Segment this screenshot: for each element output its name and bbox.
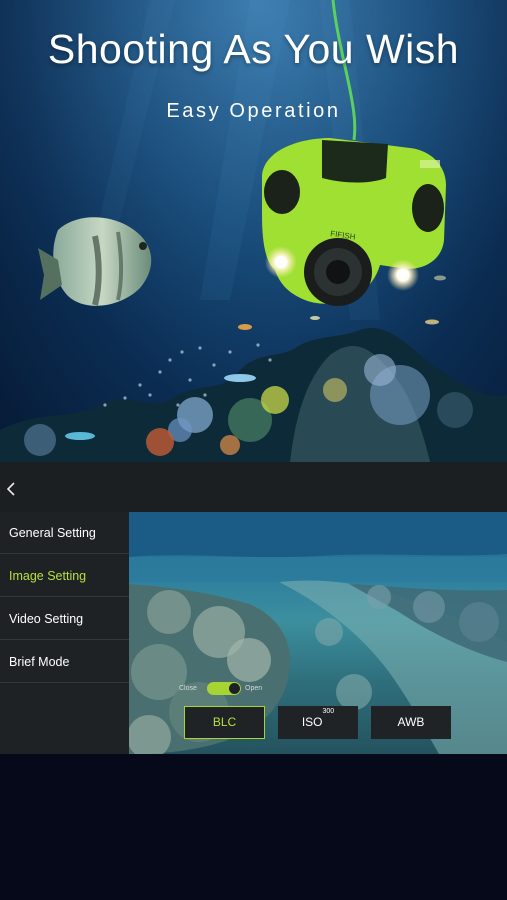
hero-banner: FIFISH Shooting As You Wish Easy Operati…	[0, 0, 507, 462]
toggle-knob	[229, 683, 240, 694]
back-button[interactable]	[4, 482, 26, 504]
menu-item-general-setting[interactable]: General Setting	[0, 512, 129, 554]
toggle-close-label: Close	[179, 685, 197, 692]
iso-button-label: ISO	[301, 715, 323, 729]
chevron-left-icon	[6, 482, 15, 496]
settings-header	[0, 462, 507, 512]
hero-subtitle: Easy Operation	[166, 100, 341, 122]
blc-toggle-switch[interactable]	[207, 682, 241, 695]
menu-item-brief-mode[interactable]: Brief Mode	[0, 641, 129, 683]
blc-button-label: BLC	[212, 715, 237, 729]
iso-button[interactable]: ISO300	[278, 706, 358, 739]
bottom-background	[0, 754, 507, 900]
awb-button[interactable]: AWB	[371, 706, 451, 739]
toggle-open-label: Open	[245, 685, 263, 692]
camera-preview: Close Open BLC ISO300 AWB	[129, 512, 507, 754]
settings-menu: General Setting Image Setting Video Sett…	[0, 512, 129, 754]
settings-panel: General Setting Image Setting Video Sett…	[0, 462, 507, 754]
hero-title: Shooting As You Wish	[47, 26, 460, 72]
awb-button-label: AWB	[397, 715, 425, 729]
iso-value: 300	[322, 708, 335, 715]
menu-item-video-setting[interactable]: Video Setting	[0, 598, 129, 640]
blc-button[interactable]: BLC	[184, 706, 265, 739]
menu-item-image-setting[interactable]: Image Setting	[0, 555, 129, 597]
